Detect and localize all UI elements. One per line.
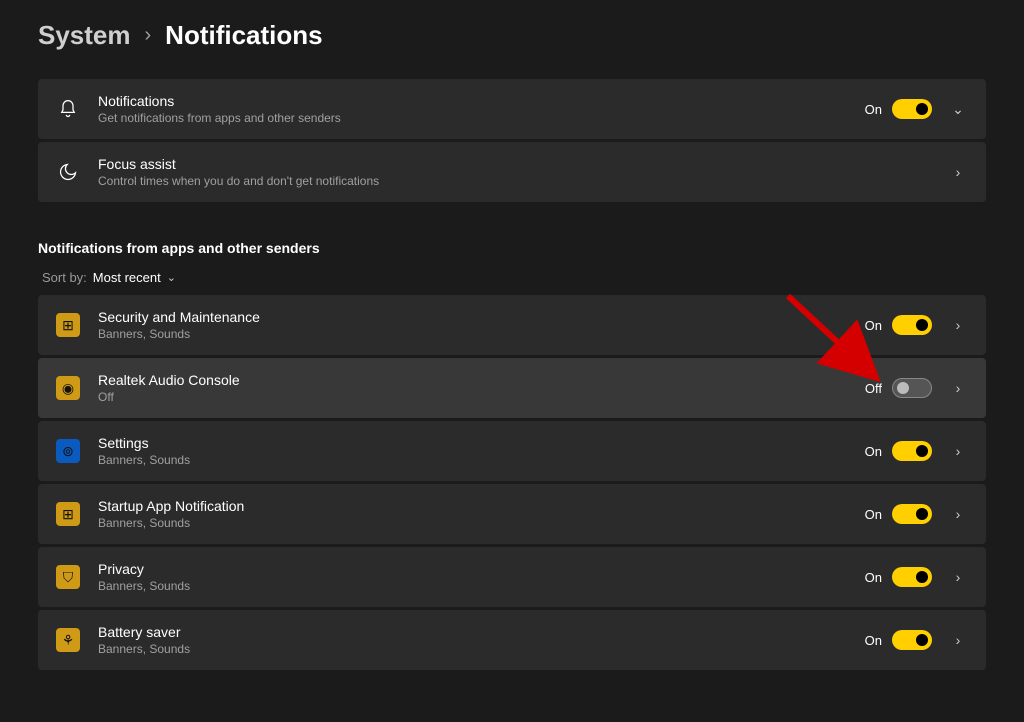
notifications-master-row[interactable]: Notifications Get notifications from app… <box>38 79 986 139</box>
page-title: Notifications <box>165 20 322 51</box>
app-detail: Banners, Sounds <box>98 453 865 467</box>
focus-assist-row[interactable]: Focus assist Control times when you do a… <box>38 142 986 202</box>
app-detail: Banners, Sounds <box>98 579 865 593</box>
chevron-right-icon[interactable]: › <box>948 632 968 648</box>
sort-by-value: Most recent <box>93 270 161 285</box>
chevron-right-icon[interactable]: › <box>948 317 968 333</box>
app-toggle[interactable] <box>892 315 932 335</box>
app-name: Privacy <box>98 561 865 577</box>
chevron-right-icon: › <box>145 24 152 47</box>
app-icon: ◉ <box>56 376 80 400</box>
app-row[interactable]: ⛉ Privacy Banners, SoundsOn › <box>38 547 986 607</box>
bell-icon <box>56 97 80 121</box>
chevron-down-icon: ⌄ <box>167 271 176 284</box>
moon-icon <box>56 160 80 184</box>
notifications-toggle[interactable] <box>892 99 932 119</box>
app-icon: ⊚ <box>56 439 80 463</box>
app-state-label: On <box>865 633 882 648</box>
app-name: Realtek Audio Console <box>98 372 865 388</box>
app-icon: ⊞ <box>56 502 80 526</box>
app-detail: Banners, Sounds <box>98 642 865 656</box>
chevron-right-icon[interactable]: › <box>948 569 968 585</box>
app-state-label: On <box>865 444 882 459</box>
app-detail: Banners, Sounds <box>98 516 865 530</box>
app-row[interactable]: ⚘ Battery saver Banners, SoundsOn › <box>38 610 986 670</box>
app-icon: ⛉ <box>56 565 80 589</box>
chevron-right-icon[interactable]: › <box>948 506 968 522</box>
app-row[interactable]: ⊚ Settings Banners, SoundsOn › <box>38 421 986 481</box>
app-toggle[interactable] <box>892 378 932 398</box>
chevron-right-icon[interactable]: › <box>948 380 968 396</box>
app-icon: ⚘ <box>56 628 80 652</box>
app-detail: Off <box>98 390 865 404</box>
app-name: Startup App Notification <box>98 498 865 514</box>
chevron-right-icon[interactable]: › <box>948 443 968 459</box>
chevron-down-icon[interactable]: ⌄ <box>948 101 968 118</box>
app-toggle[interactable] <box>892 504 932 524</box>
focus-assist-title: Focus assist <box>98 156 948 172</box>
breadcrumb: System › Notifications <box>38 20 986 51</box>
breadcrumb-parent[interactable]: System <box>38 20 131 51</box>
notifications-title: Notifications <box>98 93 865 109</box>
app-name: Settings <box>98 435 865 451</box>
chevron-right-icon[interactable]: › <box>948 164 968 180</box>
app-state-label: On <box>865 570 882 585</box>
app-detail: Banners, Sounds <box>98 327 865 341</box>
app-state-label: On <box>865 318 882 333</box>
focus-assist-subtitle: Control times when you do and don't get … <box>98 174 948 188</box>
app-row[interactable]: ◉Realtek Audio ConsoleOffOff› <box>38 358 986 418</box>
sort-by-dropdown[interactable]: Sort by: Most recent ⌄ <box>38 270 986 295</box>
app-toggle[interactable] <box>892 441 932 461</box>
sort-by-label: Sort by: <box>42 270 87 285</box>
app-state-label: Off <box>865 381 882 396</box>
notifications-subtitle: Get notifications from apps and other se… <box>98 111 865 125</box>
app-toggle[interactable] <box>892 630 932 650</box>
app-name: Battery saver <box>98 624 865 640</box>
notifications-state-label: On <box>865 102 882 117</box>
app-row[interactable]: ⊞ Startup App Notification Banners, Sounds… <box>38 484 986 544</box>
app-toggle[interactable] <box>892 567 932 587</box>
section-heading: Notifications from apps and other sender… <box>38 240 986 256</box>
app-state-label: On <box>865 507 882 522</box>
app-icon: ⊞ <box>56 313 80 337</box>
app-name: Security and Maintenance <box>98 309 865 325</box>
app-row[interactable]: ⊞ Security and Maintenance Banners, Sounds… <box>38 295 986 355</box>
